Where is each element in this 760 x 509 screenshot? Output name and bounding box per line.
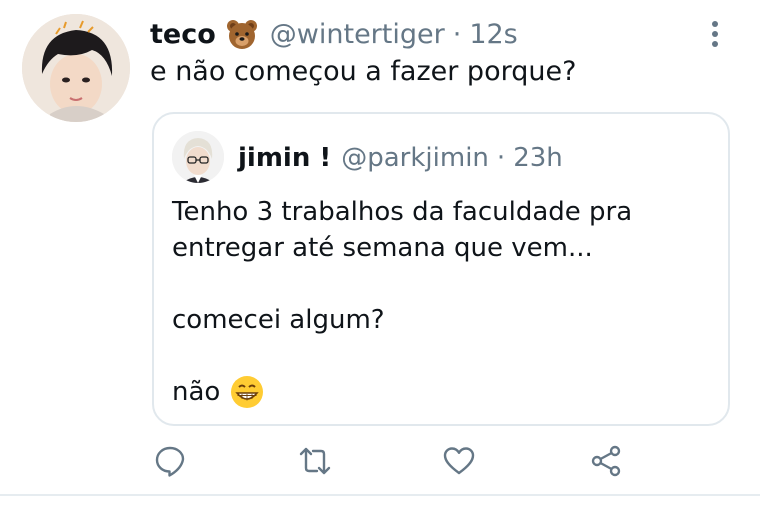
like-icon[interactable] (442, 444, 478, 480)
avatar[interactable] (22, 14, 130, 122)
quoted-user-handle[interactable]: @parkjimin (341, 143, 489, 173)
user-handle[interactable]: @wintertiger (270, 19, 445, 50)
quoted-display-name[interactable]: jimin ! (238, 143, 331, 173)
tweet-text: e não começou a fazer porque? (150, 56, 577, 87)
grinning-face-icon (230, 375, 264, 409)
separator-dot: · (452, 18, 462, 50)
quoted-line: não (172, 377, 221, 407)
reply-icon[interactable] (153, 444, 189, 480)
display-name[interactable]: teco (150, 19, 216, 50)
bear-face-icon (226, 18, 258, 50)
quoted-avatar[interactable] (172, 131, 224, 183)
quoted-line: comecei algum? (172, 305, 385, 335)
action-bar (0, 444, 760, 480)
quoted-line: Tenho 3 trabalhos da faculdade pra (172, 197, 633, 227)
tweet[interactable]: teco @wintertiger · 12s e não começou a … (0, 0, 760, 509)
timestamp[interactable]: 12s (469, 19, 517, 50)
quoted-header: jimin ! @parkjimin · 23h (238, 140, 563, 176)
divider (0, 494, 760, 496)
quoted-separator-dot: · (496, 143, 506, 173)
quoted-line: entregar até semana que vem... (172, 233, 593, 263)
tweet-header: teco @wintertiger · 12s (150, 14, 518, 54)
retweet-icon[interactable] (298, 444, 334, 480)
quoted-timestamp[interactable]: 23h (513, 143, 563, 173)
more-vertical-icon[interactable] (702, 18, 728, 52)
quoted-tweet[interactable]: jimin ! @parkjimin · 23h Tenho 3 trabalh… (152, 112, 730, 426)
share-icon[interactable] (589, 444, 625, 480)
quoted-text: Tenho 3 trabalhos da faculdade pra entre… (172, 194, 632, 410)
quoted-line-last: não (172, 374, 632, 410)
